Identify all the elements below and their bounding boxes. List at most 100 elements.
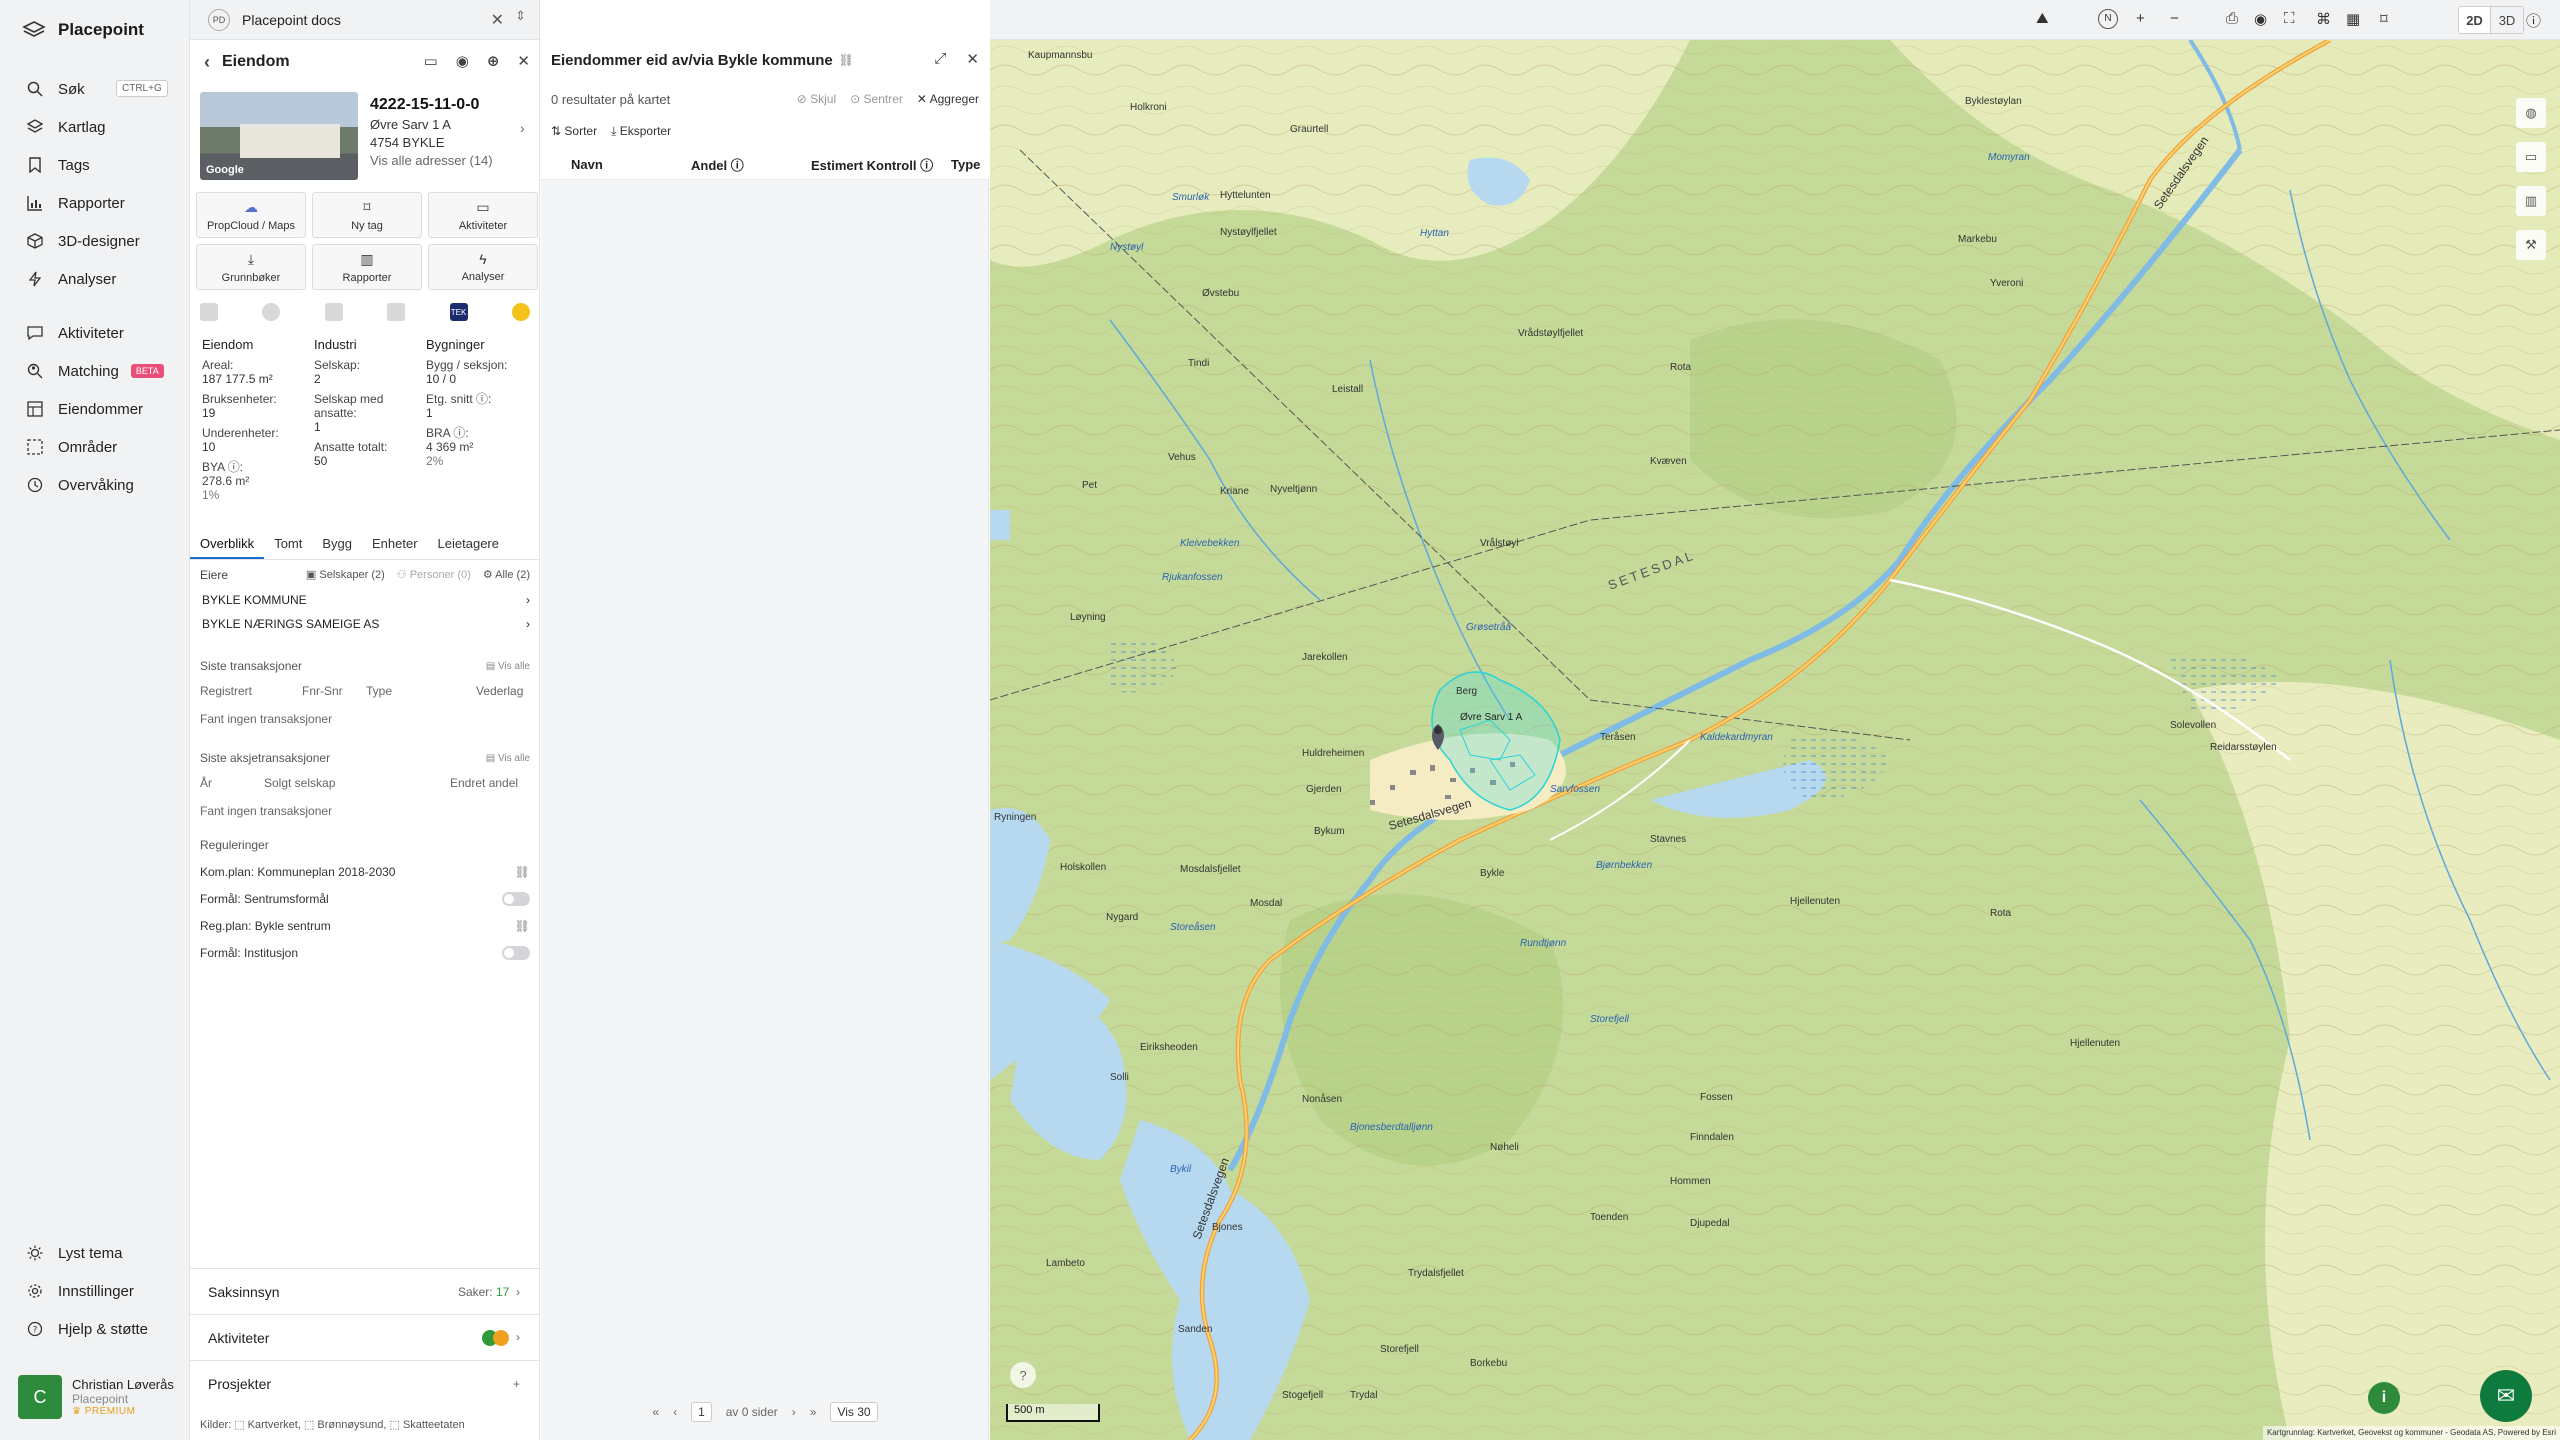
tab-buildings[interactable]: Bygg <box>312 532 362 559</box>
regulation-toggle[interactable] <box>502 945 530 960</box>
page-input[interactable]: 1 <box>691 1402 712 1422</box>
view-3d-button[interactable]: 3D <box>2491 7 2523 33</box>
topographic-map[interactable]: Kaupmannsbu Holkroni Graurtell Byklestøy… <box>990 40 2560 1440</box>
first-page-icon[interactable]: « <box>652 1405 659 1419</box>
target-icon[interactable]: ⊕ <box>487 52 500 70</box>
chat-button[interactable]: ✉ <box>2480 1370 2532 1422</box>
link-icon[interactable]: ⛓ <box>515 865 530 879</box>
link-icon[interactable]: ⛓ <box>515 919 530 933</box>
show-all-addresses-link[interactable]: Vis alle adresser (14) <box>370 152 493 170</box>
chart-icon[interactable]: ▥ <box>2516 186 2546 216</box>
nav-item-layers[interactable]: Kartlag <box>0 108 190 146</box>
owner-row[interactable]: BYKLE NÆRINGS SAMEIGE AS › <box>200 612 530 636</box>
external-link-icon[interactable] <box>324 303 343 321</box>
info-icon[interactable]: ⓘ <box>2526 10 2541 31</box>
owner-row[interactable]: BYKLE KOMMUNE › <box>200 588 530 612</box>
hide-button[interactable]: ⊘ Skjul <box>797 92 836 106</box>
close-icon[interactable]: ✕ <box>491 10 504 30</box>
nav-item-theme[interactable]: Lyst tema <box>0 1234 190 1272</box>
nav-item-search[interactable]: Søk CTRL+G <box>0 70 190 108</box>
last-page-icon[interactable]: » <box>810 1405 817 1419</box>
column-type[interactable]: Type <box>951 157 980 172</box>
nav-item-properties[interactable]: Eiendommer <box>0 390 190 428</box>
show-all-share-transactions[interactable]: ▤ Vis alle <box>486 753 530 764</box>
chevron-updown-icon[interactable]: ⇕ <box>515 8 526 24</box>
brand[interactable]: Placepoint <box>22 20 144 40</box>
filter-all[interactable]: ⚙ Alle (2) <box>483 568 530 588</box>
nav-item-matching[interactable]: Matching BETA <box>0 352 190 390</box>
nav-item-tags[interactable]: Tags <box>0 146 190 184</box>
external-link-icon[interactable] <box>262 303 281 321</box>
id-card-icon[interactable]: ▭ <box>424 52 438 70</box>
nav-item-reports[interactable]: Rapporter <box>0 184 190 222</box>
accordion-activities[interactable]: Aktiviteter › <box>190 1314 539 1360</box>
zoom-out-icon[interactable]: − <box>2170 10 2179 27</box>
grid-icon[interactable]: ▦ <box>2346 10 2360 28</box>
layers-icon[interactable]: ⛰ <box>2036 10 2049 27</box>
print-icon[interactable]: ⎙ <box>2226 10 2238 27</box>
eye-icon[interactable]: ◉ <box>2254 10 2267 28</box>
close-icon[interactable]: ✕ <box>966 50 979 68</box>
stats-property: Eiendom Areal: 187 177.5 m² Bruksenheter:… <box>202 337 279 503</box>
new-tag-button[interactable]: ⌑ Ny tag <box>312 192 422 238</box>
aggregate-button[interactable]: ✕ Aggreger <box>917 92 979 106</box>
accordion-projects[interactable]: Prosjekter + <box>190 1360 539 1406</box>
link-icon[interactable]: ⛓ <box>839 53 854 67</box>
next-page-icon[interactable]: › <box>792 1405 796 1419</box>
prev-page-icon[interactable]: ‹ <box>673 1405 677 1419</box>
user-profile[interactable]: C Christian Løverås Placepoint ♛ PREMIUM <box>18 1372 178 1422</box>
external-link-icon[interactable] <box>511 303 530 321</box>
column-share[interactable]: Andel ⓘ <box>691 155 811 174</box>
fullscreen-icon[interactable]: ⛶ <box>2284 10 2295 27</box>
nav-item-3d-designer[interactable]: 3D-designer <box>0 222 190 260</box>
camera-icon[interactable]: ⌘ <box>2316 10 2331 28</box>
tools-icon[interactable]: ⚒ <box>2516 230 2546 260</box>
nav-item-analyses[interactable]: Analyser <box>0 260 190 298</box>
export-button[interactable]: ⤓ Eksporter <box>611 124 671 139</box>
sort-button[interactable]: ⇅ Sorter <box>551 124 597 139</box>
nav-item-help[interactable]: ? Hjelp & støtte <box>0 1310 190 1348</box>
land-register-button[interactable]: ⤓ Grunnbøker <box>196 244 306 290</box>
tab-units[interactable]: Enheter <box>362 532 428 559</box>
external-link-icon[interactable] <box>387 303 406 321</box>
eye-icon[interactable]: ◉ <box>456 52 469 70</box>
show-all-transactions[interactable]: ▤ Vis alle <box>486 661 530 672</box>
filter-persons[interactable]: ⚇ Personer (0) <box>397 568 471 588</box>
document-tab[interactable]: PD Placepoint docs ✕ ⇕ <box>190 0 539 40</box>
per-page-select[interactable]: Vis 30 <box>830 1402 878 1422</box>
accordion-case-access[interactable]: Saksinnsyn Saker: 17 › <box>190 1268 539 1314</box>
chevron-right-icon[interactable]: › <box>520 120 525 136</box>
compass-icon[interactable]: N <box>2098 9 2118 29</box>
reports-button[interactable]: ▥ Rapporter <box>312 244 422 290</box>
column-name[interactable]: Navn <box>571 157 691 172</box>
add-project-button[interactable]: + <box>513 1377 520 1391</box>
tek-icon[interactable]: TEK <box>449 303 468 321</box>
external-link-icon[interactable] <box>200 303 218 321</box>
close-icon[interactable]: ✕ <box>517 52 530 70</box>
filter-companies[interactable]: ▣ Selskaper (2) <box>306 568 385 588</box>
propcloud-button[interactable]: ☁ PropCloud / Maps <box>196 192 306 238</box>
regulation-toggle[interactable] <box>502 891 530 906</box>
activities-button[interactable]: ▭ Aktiviteter <box>428 192 538 238</box>
zoom-in-icon[interactable]: + <box>2136 10 2145 27</box>
bookmark-icon[interactable]: ⌑ <box>2380 10 2388 28</box>
nav-item-settings[interactable]: Innstillinger <box>0 1272 190 1310</box>
nav-item-activities[interactable]: Aktiviteter <box>0 314 190 352</box>
ruler-icon[interactable]: ▭ <box>2516 142 2546 172</box>
tab-overview[interactable]: Overblikk <box>190 532 265 559</box>
tab-tenants[interactable]: Leietagere <box>428 532 509 559</box>
expand-icon[interactable]: ⤢ <box>934 50 946 68</box>
help-icon[interactable]: ? <box>1010 1362 1036 1388</box>
back-icon[interactable]: ‹ <box>204 52 210 73</box>
nav-item-monitoring[interactable]: Overvåking <box>0 466 190 504</box>
column-control[interactable]: Estimert Kontroll ⓘ <box>811 155 951 174</box>
analyses-button[interactable]: ϟ Analyser <box>428 244 538 290</box>
view-2d-button[interactable]: 2D <box>2459 7 2491 33</box>
info-button[interactable]: i <box>2368 1382 2400 1414</box>
nav-item-areas[interactable]: Områder <box>0 428 190 466</box>
globe-icon[interactable]: ◍ <box>2516 98 2546 128</box>
tab-plot[interactable]: Tomt <box>264 532 312 559</box>
center-button[interactable]: ⊙ Sentrer <box>850 92 903 106</box>
property-photo[interactable]: Google <box>200 92 358 180</box>
map-canvas[interactable]: Kaupmannsbu Holkroni Graurtell Byklestøy… <box>990 40 2560 1440</box>
